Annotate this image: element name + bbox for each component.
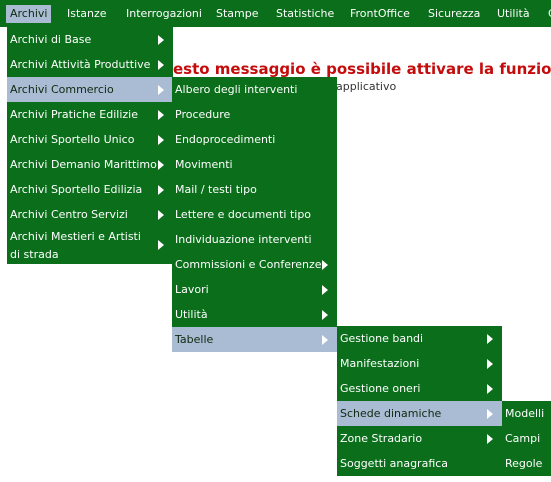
page-subtext: applicativo <box>336 80 397 93</box>
menu-item-soggetti-anagrafica[interactable]: Soggetti anagrafica <box>337 451 502 476</box>
menu-item-individuazione-interventi[interactable]: Individuazione interventi <box>172 227 337 252</box>
menu-item-label: Endoprocedimenti <box>175 133 276 146</box>
menu-item-label: Lettere e documenti tipo <box>175 208 312 221</box>
chevron-right-icon <box>158 184 164 195</box>
menu-istanze[interactable]: Istanze <box>67 5 107 23</box>
menu-item-archivi-commercio[interactable]: Archivi Commercio <box>7 77 173 102</box>
menu-item-commissioni-conferenze[interactable]: Commissioni e Conferenze <box>172 252 337 277</box>
tabelle-submenu: Gestione bandi Manifestazioni Gestione o… <box>337 326 502 476</box>
menu-item-archivi-di-base[interactable]: Archivi di Base <box>7 27 173 52</box>
menu-item-archivi-centro-servizi[interactable]: Archivi Centro Servizi <box>7 202 173 227</box>
menu-item-label: Mail / testi tipo <box>175 183 257 196</box>
menu-item-archivi-pratiche-edilizie[interactable]: Archivi Pratiche Edilizie <box>7 102 173 127</box>
commercio-submenu: Albero degli interventi Procedure Endopr… <box>172 77 337 352</box>
menu-item-label: Schede dinamiche <box>340 407 442 420</box>
menu-item-manifestazioni[interactable]: Manifestazioni <box>337 351 502 376</box>
menu-item-lavori[interactable]: Lavori <box>172 277 337 302</box>
menu-item-mail-testi-tipo[interactable]: Mail / testi tipo <box>172 177 337 202</box>
chevron-right-icon <box>487 433 493 444</box>
menu-item-regole[interactable]: Regole <box>502 451 551 476</box>
chevron-right-icon <box>158 159 164 170</box>
menu-archivi[interactable]: Archivi <box>6 5 52 23</box>
menu-item-movimenti[interactable]: Movimenti <box>172 152 337 177</box>
menu-item-albero-interventi[interactable]: Albero degli interventi <box>172 77 337 102</box>
menu-item-label: Lavori <box>175 283 209 296</box>
menu-item-gestione-bandi[interactable]: Gestione bandi <box>337 326 502 351</box>
menu-item-modelli[interactable]: Modelli <box>502 401 551 426</box>
menu-item-procedure[interactable]: Procedure <box>172 102 337 127</box>
chevron-right-icon <box>487 383 493 394</box>
menu-item-label: Gestione oneri <box>340 382 421 395</box>
menu-bar: Archivi Istanze Interrogazioni Stampe St… <box>0 0 551 27</box>
menu-item-label: Modelli <box>505 407 545 420</box>
menu-item-label: Procedure <box>175 108 231 121</box>
chevron-right-icon <box>158 59 164 70</box>
chevron-right-icon <box>158 109 164 120</box>
schede-dinamiche-submenu: Modelli Campi Regole <box>502 401 551 476</box>
menu-item-label: Archivi Attività Produttive <box>10 58 151 71</box>
menu-item-label: Archivi Demanio Marittimo <box>10 158 157 171</box>
menu-item-archivi-sportello-unico[interactable]: Archivi Sportello Unico <box>7 127 173 152</box>
menu-interrogazioni[interactable]: Interrogazioni <box>126 5 202 23</box>
menu-item-label: Manifestazioni <box>340 357 420 370</box>
menu-item-tabelle[interactable]: Tabelle <box>172 327 337 352</box>
menu-item-label: Archivi Mestieri e Artisti di strada <box>10 230 141 261</box>
menu-item-lettere-documenti-tipo[interactable]: Lettere e documenti tipo <box>172 202 337 227</box>
menu-item-label: Archivi Sportello Unico <box>10 133 135 146</box>
chevron-right-icon <box>322 259 328 270</box>
archivi-dropdown: Archivi di Base Archivi Attività Produtt… <box>7 27 173 264</box>
menu-statistiche[interactable]: Statistiche <box>276 5 334 23</box>
menu-item-label: Archivi Commercio <box>10 83 114 96</box>
menu-item-schede-dinamiche[interactable]: Schede dinamiche <box>337 401 502 426</box>
menu-item-label: Soggetti anagrafica <box>340 457 449 470</box>
menu-item-label: Movimenti <box>175 158 233 171</box>
menu-frontoffice[interactable]: FrontOffice <box>350 5 410 23</box>
menu-item-label: Archivi Centro Servizi <box>10 208 128 221</box>
menu-item-label: Tabelle <box>175 333 214 346</box>
menu-item-campi[interactable]: Campi <box>502 426 551 451</box>
menu-item-label: Archivi Pratiche Edilizie <box>10 108 138 121</box>
menu-item-archivi-sportello-edilizia[interactable]: Archivi Sportello Edilizia <box>7 177 173 202</box>
menu-item-archivi-mestieri-artisti[interactable]: Archivi Mestieri e Artisti di strada <box>7 227 173 264</box>
chevron-right-icon <box>322 284 328 295</box>
menu-item-label: Utilità <box>175 308 208 321</box>
chevron-right-icon <box>487 333 493 344</box>
menu-item-label: Regole <box>505 457 543 470</box>
chevron-right-icon <box>158 84 164 95</box>
chevron-right-icon <box>487 358 493 369</box>
menu-item-label: Archivi di Base <box>10 33 92 46</box>
menu-utilita[interactable]: Utilità <box>497 5 530 23</box>
menu-item-label: Archivi Sportello Edilizia <box>10 183 143 196</box>
menu-item-gestione-oneri[interactable]: Gestione oneri <box>337 376 502 401</box>
menu-item-label: Individuazione interventi <box>175 233 312 246</box>
chevron-right-icon <box>487 408 493 419</box>
chevron-right-icon <box>158 134 164 145</box>
menu-item-zone-stradario[interactable]: Zone Stradario <box>337 426 502 451</box>
chevron-right-icon <box>322 309 328 320</box>
chevron-right-icon <box>322 334 328 345</box>
chevron-right-icon <box>158 209 164 220</box>
menu-item-label: Gestione bandi <box>340 332 424 345</box>
menu-item-label: Commissioni e Conferenze <box>175 258 322 271</box>
menu-item-label: Albero degli interventi <box>175 83 298 96</box>
menu-item-archivi-demanio-marittimo[interactable]: Archivi Demanio Marittimo <box>7 152 173 177</box>
chevron-right-icon <box>158 240 164 250</box>
menu-item-label: Zone Stradario <box>340 432 423 445</box>
menu-item-archivi-attivita-produttive[interactable]: Archivi Attività Produttive <box>7 52 173 77</box>
menu-stampe[interactable]: Stampe <box>216 5 259 23</box>
menu-item-endoprocedimenti[interactable]: Endoprocedimenti <box>172 127 337 152</box>
menu-sicurezza[interactable]: Sicurezza <box>428 5 480 23</box>
menu-item-utilita[interactable]: Utilità <box>172 302 337 327</box>
chevron-right-icon <box>158 34 164 45</box>
menu-item-label: Campi <box>505 432 541 445</box>
